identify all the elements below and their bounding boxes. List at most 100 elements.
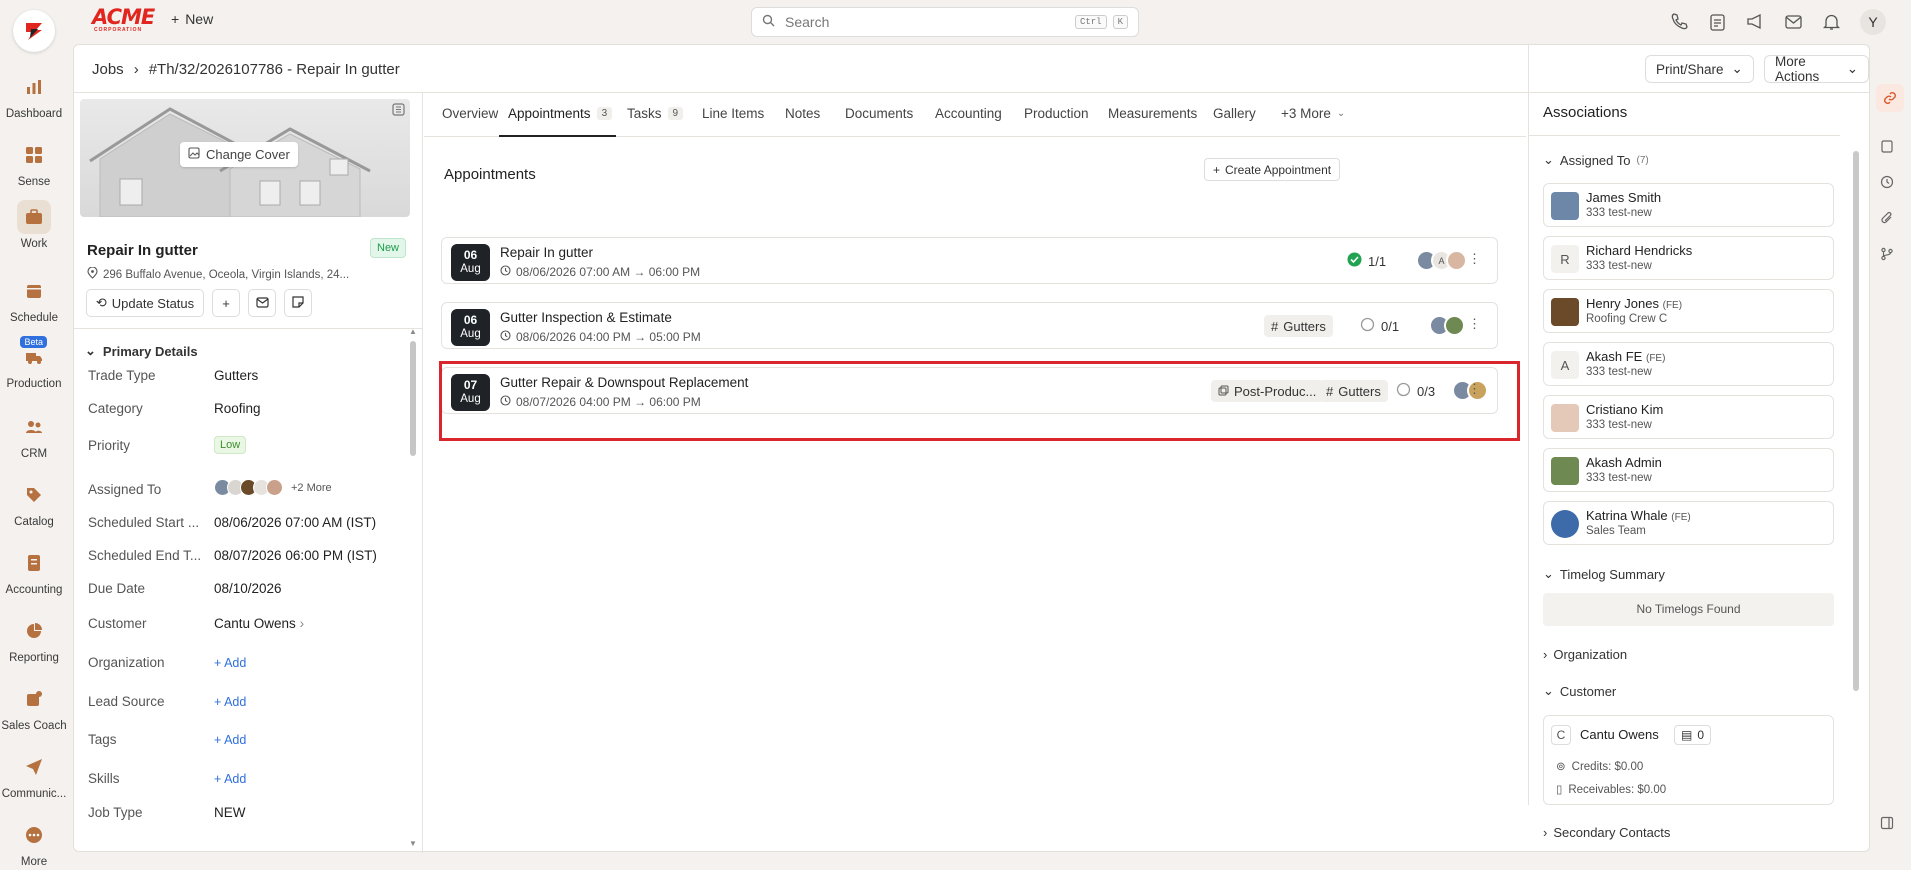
update-status-button[interactable]: ⟲ Update Status [86, 289, 204, 317]
tab-tasks[interactable]: Tasks 9 [627, 106, 684, 121]
note-button[interactable] [284, 289, 312, 317]
tab-accounting[interactable]: Accounting [935, 106, 1002, 121]
primary-details-header[interactable]: ⌄ Primary Details [85, 343, 198, 359]
add-organization-link[interactable]: + Add [214, 656, 246, 670]
organization-header[interactable]: › Organization [1543, 647, 1627, 662]
nav-communication[interactable]: Communic... [0, 750, 68, 800]
tab-overview[interactable]: Overview [442, 106, 498, 121]
chevron-right-icon: › [1543, 647, 1548, 662]
kebab-menu-icon[interactable]: ⋮ [1468, 316, 1481, 332]
new-button[interactable]: + New [171, 11, 213, 27]
tab-gallery[interactable]: Gallery [1213, 106, 1256, 121]
tab-documents[interactable]: Documents [845, 106, 913, 121]
person-card[interactable]: A Akash FE (FE) 333 test-new [1543, 342, 1834, 386]
collapse-panel-icon[interactable] [1880, 816, 1894, 833]
assigned-avatars[interactable]: +2 More [214, 479, 332, 496]
nav-schedule[interactable]: Schedule [0, 274, 68, 324]
add-button[interactable]: + [212, 289, 240, 317]
link-icon[interactable] [1876, 84, 1904, 112]
appointment-row[interactable]: 06 Aug Repair In gutter 08/06/2026 07:00 … [441, 237, 1498, 284]
customer-link[interactable]: Cantu Owens › [214, 616, 304, 631]
tab-line-items[interactable]: Line Items [702, 106, 764, 121]
appointment-avatars[interactable]: A [1416, 250, 1467, 271]
scrollbar-thumb[interactable] [410, 341, 416, 456]
appointment-row[interactable]: 06 Aug Gutter Inspection & Estimate 08/06… [441, 302, 1498, 349]
progress-text: 0/1 [1381, 318, 1400, 334]
customer-name: Cantu Owens [214, 616, 296, 631]
person-sub: Sales Team [1586, 525, 1646, 537]
megaphone-icon[interactable] [1746, 12, 1765, 34]
docs-count: 0 [1697, 728, 1705, 742]
search-input[interactable]: Search Ctrl K [751, 7, 1139, 37]
breadcrumb-jobs[interactable]: Jobs [92, 61, 124, 78]
note-icon [292, 295, 304, 311]
nav-label: Sense [17, 176, 51, 188]
person-name: Akash Admin [1586, 455, 1662, 470]
person-name: Cristiano Kim [1586, 402, 1664, 417]
job-address: 296 Buffalo Avenue, Oceola, Virgin Islan… [87, 266, 349, 282]
person-card[interactable]: James Smith 333 test-new [1543, 183, 1834, 227]
tab-production[interactable]: Production [1024, 106, 1089, 121]
person-card[interactable]: Henry Jones (FE) Roofing Crew C [1543, 289, 1834, 333]
email-button[interactable] [248, 289, 276, 317]
customer-docs[interactable]: ▤ 0 [1674, 725, 1712, 745]
customer-card[interactable]: C Cantu Owens ▤ 0 ⊚ Credits: $0.00 ▯ Receiv… [1543, 715, 1834, 805]
create-appointment-button[interactable]: + Create Appointment [1204, 158, 1341, 181]
clipboard-icon[interactable] [1880, 139, 1894, 156]
nav-catalog[interactable]: Catalog [0, 478, 68, 528]
more-assignees[interactable]: +2 More [291, 482, 332, 494]
associations-scrollbar-thumb[interactable] [1853, 151, 1859, 691]
nav-sales-coach[interactable]: Sales Coach [0, 682, 68, 732]
progress-circle-icon [1396, 382, 1411, 400]
clipboard-icon[interactable] [1708, 12, 1727, 34]
tab-label: Notes [785, 106, 821, 121]
breadcrumb-current: #Th/32/2026107786 - Repair In gutter [148, 61, 400, 78]
user-avatar[interactable]: Y [1860, 9, 1886, 35]
mail-icon[interactable] [1784, 12, 1803, 34]
customer-header[interactable]: ⌄ Customer [1543, 683, 1616, 699]
nav-dashboard[interactable]: Dashboard [0, 70, 68, 120]
branch-icon[interactable] [1880, 247, 1894, 264]
avatar [1444, 315, 1465, 336]
add-tags-link[interactable]: + Add [214, 733, 246, 747]
assigned-count: (7) [1636, 154, 1649, 166]
bell-icon[interactable] [1822, 12, 1841, 34]
app-logo-icon [26, 23, 42, 40]
nav-sense[interactable]: Sense [0, 138, 68, 188]
nav-crm[interactable]: CRM [0, 410, 68, 460]
add-lead-source-link[interactable]: + Add [214, 695, 246, 709]
attachment-icon[interactable] [1880, 211, 1894, 228]
nav-accounting[interactable]: Accounting [0, 546, 68, 596]
timelog-header[interactable]: ⌄ Timelog Summary [1543, 566, 1665, 582]
app-logo[interactable] [13, 10, 55, 52]
secondary-contacts-header[interactable]: › Secondary Contacts [1543, 825, 1670, 840]
history-icon[interactable] [1880, 175, 1894, 192]
scroll-down-arrow[interactable]: ▼ [409, 839, 417, 848]
person-card[interactable]: Cristiano Kim 333 test-new [1543, 395, 1834, 439]
nav-more[interactable]: More [0, 818, 68, 868]
kebab-menu-icon[interactable]: ⋮ [1468, 381, 1481, 397]
nav-work[interactable]: Work [0, 200, 68, 250]
nav-production[interactable]: Beta Production [0, 336, 68, 390]
person-card[interactable]: Katrina Whale (FE) Sales Team [1543, 501, 1834, 545]
collapse-panel-icon[interactable] [392, 103, 405, 119]
assigned-to-header[interactable]: ⌄ Assigned To (7) [1543, 152, 1649, 168]
person-card[interactable]: R Richard Hendricks 333 test-new [1543, 236, 1834, 280]
chevron-right-icon: › [133, 61, 139, 78]
phone-icon[interactable] [1670, 12, 1689, 34]
add-skills-link[interactable]: + Add [214, 772, 246, 786]
appointment-avatars[interactable] [1429, 315, 1465, 336]
tab-notes[interactable]: Notes [785, 106, 820, 121]
appointment-row[interactable]: 07 Aug Gutter Repair & Downspout Replacem… [441, 367, 1498, 414]
nav-reporting[interactable]: Reporting [0, 614, 68, 664]
scroll-up-arrow[interactable]: ▲ [409, 327, 417, 336]
tab-appointments[interactable]: Appointments 3 [508, 106, 613, 121]
tab-more[interactable]: +3 More ⌄ [1281, 106, 1345, 121]
person-card[interactable]: Akash Admin 333 test-new [1543, 448, 1834, 492]
tab-measurements[interactable]: Measurements [1108, 106, 1197, 121]
new-label: New [185, 11, 214, 27]
time-text: 08/07/2026 04:00 PM → 06:00 PM [516, 395, 701, 409]
kebab-menu-icon[interactable]: ⋮ [1468, 251, 1481, 267]
change-cover-button[interactable]: Change Cover [180, 142, 298, 167]
appointment-progress: 0/1 [1360, 317, 1399, 335]
